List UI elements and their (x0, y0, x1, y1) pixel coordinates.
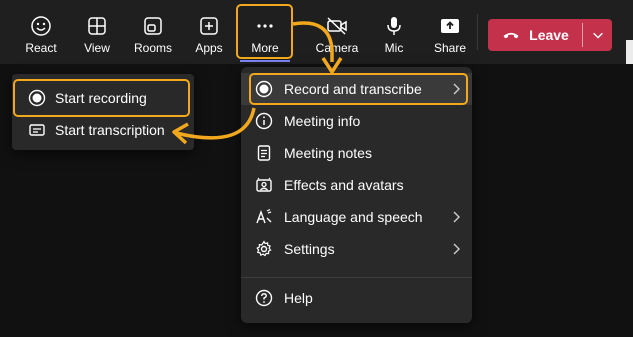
arrow-more-to-record (292, 21, 343, 74)
tutorial-arrows (172, 21, 343, 145)
arrow-record-to-start-recording (172, 107, 256, 145)
